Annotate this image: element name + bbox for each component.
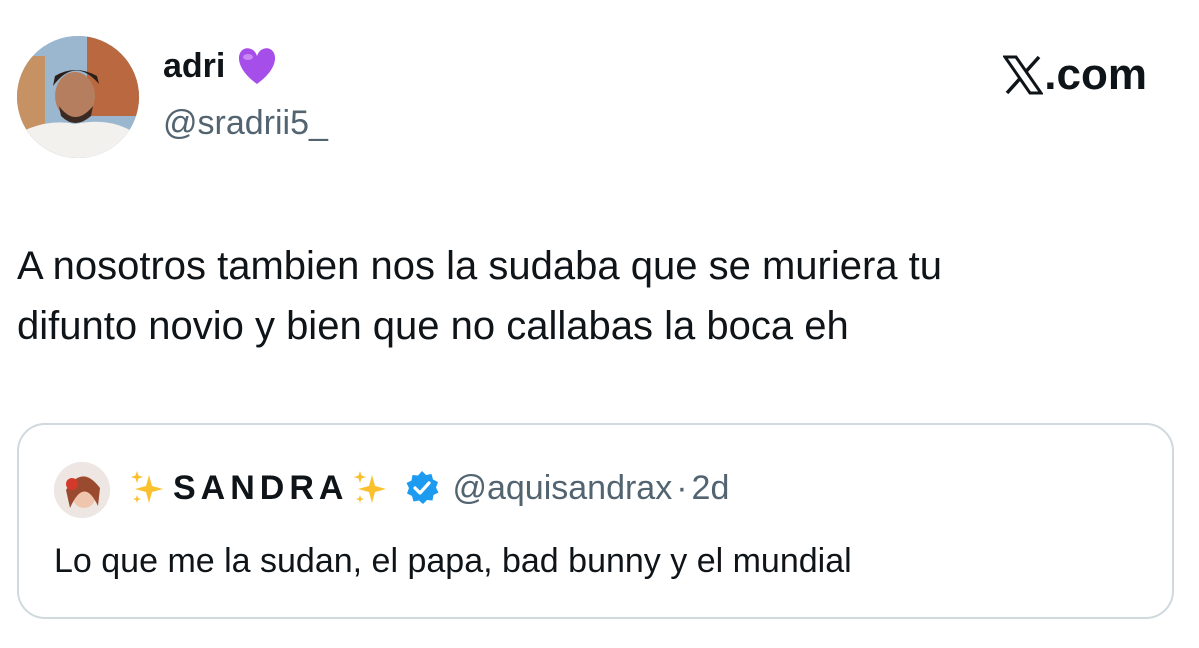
quoted-avatar-photo bbox=[54, 462, 110, 518]
x-brand-watermark: .com bbox=[1002, 50, 1147, 99]
purple-heart-icon bbox=[235, 46, 279, 86]
sparkles-icon bbox=[352, 469, 390, 507]
quoted-author-avatar[interactable] bbox=[54, 462, 110, 518]
author-name-row: adri bbox=[163, 46, 279, 86]
verified-badge-icon bbox=[404, 470, 440, 506]
quoted-author-display-name[interactable]: SANDRA bbox=[173, 471, 348, 505]
author-handle[interactable]: @sradrii5_ bbox=[163, 106, 328, 140]
quoted-tweet-card[interactable]: SANDRA @aquisandrax · 2d Lo que me la su… bbox=[17, 423, 1174, 619]
quoted-author-handle[interactable]: @aquisandrax bbox=[452, 471, 672, 505]
author-display-name[interactable]: adri bbox=[163, 49, 225, 83]
quoted-tweet-text: Lo que me la sudan, el papa, bad bunny y… bbox=[54, 542, 852, 580]
brand-domain-text: .com bbox=[1044, 50, 1147, 99]
sparkles-icon bbox=[129, 469, 167, 507]
quoted-tweet-header: SANDRA @aquisandrax · 2d bbox=[129, 469, 729, 507]
x-logo-icon bbox=[1002, 55, 1045, 95]
quoted-tweet-timestamp[interactable]: 2d bbox=[692, 471, 730, 505]
separator-dot: · bbox=[676, 469, 688, 507]
avatar-photo bbox=[17, 36, 139, 158]
tweet-text: A nosotros tambien nos la sudaba que se … bbox=[17, 244, 942, 348]
author-avatar[interactable] bbox=[17, 36, 139, 158]
